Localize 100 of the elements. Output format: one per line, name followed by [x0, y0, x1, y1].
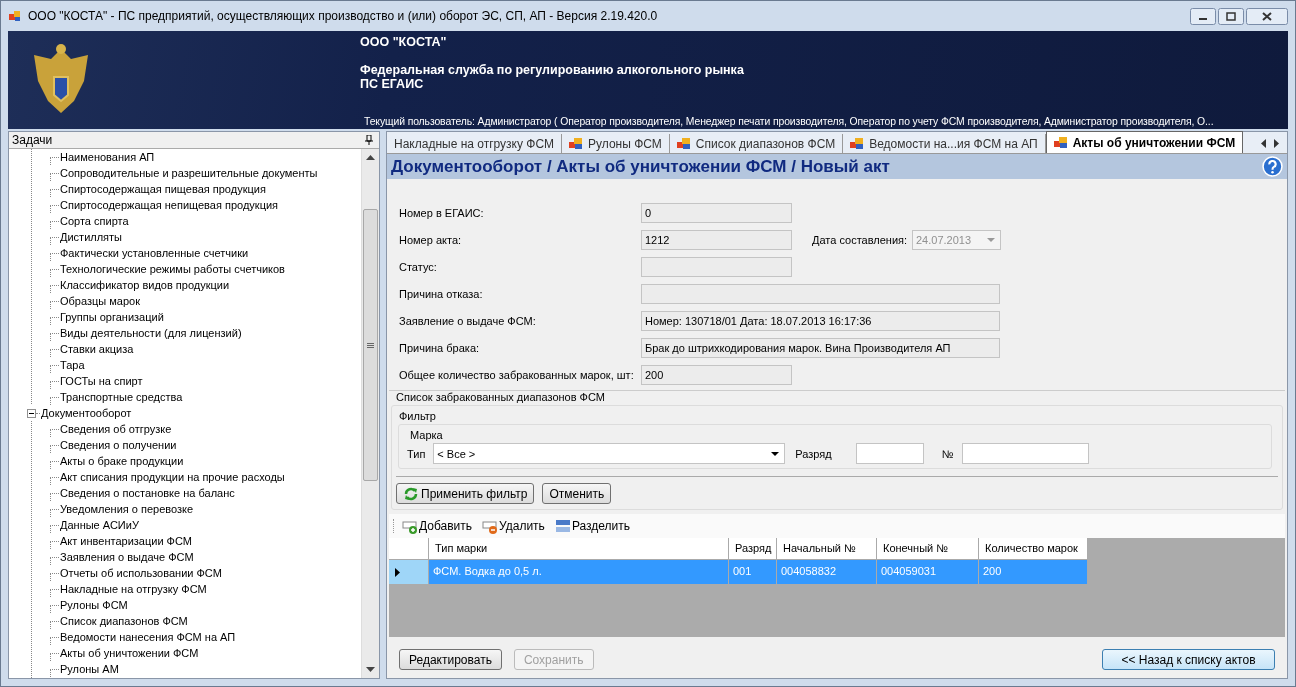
tree-item[interactable]: Образцы марок [60, 295, 140, 307]
tree-item[interactable]: Спиртосодержащая непищевая продукция [60, 199, 279, 211]
field-label: Разряд [795, 447, 832, 460]
back-button[interactable]: << Назад к списку актов [1102, 649, 1275, 670]
system-name: ПС ЕГАИС [360, 77, 425, 91]
tree-item[interactable]: Сведения об отгрузке [60, 423, 172, 435]
maximize-button[interactable] [1218, 7, 1244, 25]
input-field[interactable] [855, 443, 924, 464]
field-label: Причина отказа: [399, 287, 484, 300]
tree-item[interactable]: Классификатор видов продукции [60, 279, 230, 291]
cancel-button[interactable]: Отменить [542, 483, 612, 504]
add-icon [402, 518, 418, 534]
tree-item[interactable]: Отчеты об использовании ФСМ [60, 567, 222, 579]
tab[interactable]: Рулоны ФСМ [562, 134, 670, 153]
current-user-text: Текущий пользователь: Администратор ( Оператор производителя, Менеджер печати производителя, Оператор по учету ФСМ производителя, Администратор производителя, О... [364, 116, 1214, 127]
text-field[interactable]: 200 [641, 364, 792, 385]
tree-item[interactable]: Транспортные средства [60, 391, 183, 403]
collapse-icon[interactable] [27, 408, 36, 418]
field-label: Дата составления: [812, 233, 909, 246]
grip-icon [367, 342, 374, 348]
tree-item[interactable]: Сведения о постановке на баланс [60, 487, 235, 499]
remove-icon [482, 518, 499, 534]
row-header[interactable] [389, 560, 429, 584]
tab[interactable]: Накладные на отгрузку ФСМ [387, 134, 562, 153]
tree-item[interactable]: Сведения о получении [60, 439, 177, 451]
tree-item[interactable]: Технологические режимы работы счетчиков [60, 263, 285, 275]
tree-item[interactable]: Спиртосодержащая пищевая продукция [60, 183, 266, 195]
text-field[interactable]: Номер: 130718/01 Дата: 18.07.2013 16:17:36 [641, 310, 1000, 331]
close-button[interactable] [1246, 7, 1288, 25]
scroll-right-icon[interactable] [1274, 139, 1279, 148]
input-field[interactable] [961, 443, 1089, 464]
toolbar-button[interactable]: Удалить [480, 518, 547, 534]
tree-item[interactable]: Список диапазонов ФСМ [60, 615, 188, 627]
section-title: Список забракованных диапазонов ФСМ [396, 391, 605, 403]
tree-item[interactable]: Группы организаций [60, 311, 164, 323]
table-cell: 004058832 [777, 560, 877, 584]
field-label: Заявление о выдаче ФСМ: [399, 314, 537, 327]
tree-item[interactable]: Сопроводительные и разрешительные документы [60, 167, 318, 179]
tree-item[interactable]: Документооборот [41, 407, 132, 419]
tree-item[interactable]: Накладные на отгрузку ФСМ [60, 583, 207, 595]
scroll-down-icon[interactable] [366, 667, 375, 672]
column-header[interactable]: Конечный № [877, 538, 979, 560]
scroll-left-icon[interactable] [1261, 139, 1266, 148]
tree-item[interactable]: ГОСТы на спирт [60, 375, 143, 387]
tree-item[interactable]: Наименования АП [60, 151, 155, 163]
window-icon [676, 137, 691, 150]
tree-item[interactable]: Фактически установленные счетчики [60, 247, 249, 259]
window-icon [1053, 136, 1068, 149]
apply-filter-button[interactable]: Применить фильтр [396, 483, 535, 504]
toolbar-button[interactable]: Добавить [400, 518, 475, 534]
tree-item[interactable]: Ставки акциза [60, 343, 134, 355]
tree-item[interactable]: Акт инвентаризации ФСМ [60, 535, 192, 547]
tree-item[interactable]: Заявления о выдаче ФСМ [60, 551, 194, 563]
column-header[interactable]: Разряд [729, 538, 777, 560]
dropdown-icon [987, 237, 995, 242]
text-field[interactable]: Брак до штрихкодирования марок. Вина Производителя АП [641, 337, 1000, 358]
toolbar-button[interactable]: Разделить [552, 518, 632, 534]
tree-item[interactable]: Акты об уничтожении ФСМ [60, 647, 199, 659]
help-icon[interactable] [1262, 156, 1283, 177]
page-title: Документооборот / Акты об уничтожении ФСМ / Новый акт [391, 156, 890, 177]
tree-item[interactable]: Акты о браке продукции [60, 455, 184, 467]
tab[interactable]: Ведомости на...ия ФСМ на АП [843, 134, 1046, 153]
tree-item[interactable]: Уведомления о перевозке [60, 503, 194, 515]
app-icon [8, 9, 22, 23]
group-title: Фильтр [399, 410, 436, 422]
window-icon [569, 137, 583, 150]
split-icon [554, 518, 571, 534]
minimize-button[interactable] [1190, 7, 1216, 25]
column-header[interactable]: Количество марок [979, 538, 1088, 560]
tab[interactable]: Список диапазонов ФСМ [669, 134, 844, 153]
table-cell: 001 [729, 560, 777, 584]
window-title: ООО "КОСТА" - ПС предприятий, осуществляющих производство и (или) оборот ЭС, СП, АП - Версия 2.19.420.0 [28, 9, 658, 23]
field-label: Статус: [399, 260, 438, 273]
text-field[interactable]: 1212 [641, 229, 792, 250]
field-label: № [941, 447, 954, 460]
scroll-up-icon[interactable] [366, 155, 375, 160]
field-label: Причина брака: [399, 341, 481, 354]
tree-item[interactable]: Акт списания продукции на прочие расходы [60, 471, 285, 483]
tree-item[interactable]: Рулоны АМ [60, 663, 119, 675]
column-header[interactable]: Начальный № [777, 538, 877, 560]
tree-item[interactable]: Виды деятельности (для лицензий) [60, 327, 242, 339]
text-field[interactable] [641, 283, 1000, 304]
type-dropdown[interactable]: < Все > [433, 443, 786, 464]
tab[interactable]: Акты об уничтожении ФСМ [1045, 131, 1244, 153]
text-field[interactable] [641, 256, 792, 277]
column-header[interactable]: Тип марки [429, 538, 729, 560]
table-cell: ФСМ. Водка до 0,5 л. [429, 560, 729, 584]
organization-name: ООО "КОСТА" [360, 35, 448, 49]
tree-item[interactable]: Данные АСИиУ [60, 519, 139, 531]
pin-icon[interactable] [365, 135, 373, 145]
tree-item[interactable]: Рулоны ФСМ [60, 599, 128, 611]
tree-item[interactable]: Дистилляты [60, 231, 122, 243]
action-button[interactable]: Редактировать [399, 649, 502, 670]
text-field[interactable]: 0 [641, 202, 792, 223]
tree-item[interactable]: Тара [60, 359, 85, 371]
tree-item[interactable]: Сорта спирта [60, 215, 129, 227]
table-cell: 004059031 [877, 560, 979, 584]
agency-name: Федеральная служба по регулированию алкогольного рынка [360, 63, 744, 77]
scrollbar[interactable] [361, 149, 379, 678]
tree-item[interactable]: Ведомости нанесения ФСМ на АП [60, 631, 236, 643]
